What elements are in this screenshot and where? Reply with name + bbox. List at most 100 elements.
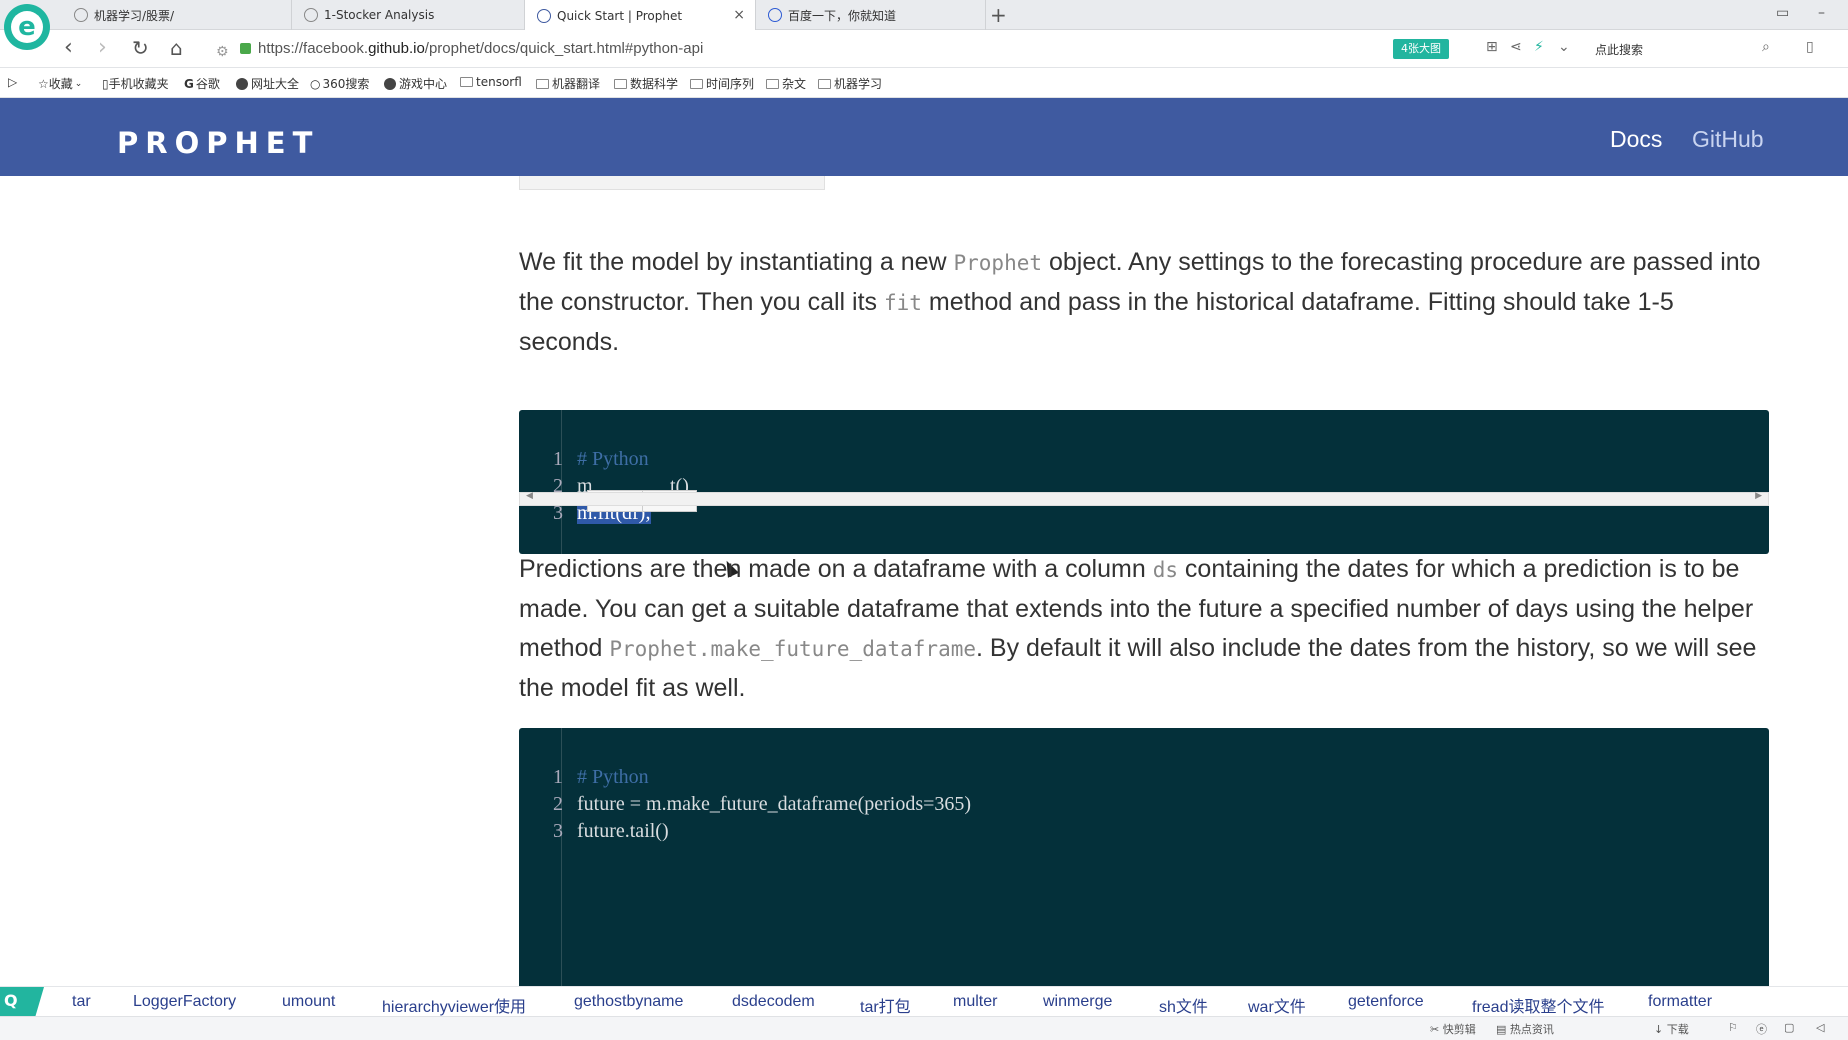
bookmark-label: 360搜索 — [322, 77, 370, 91]
suggestion-link[interactable]: umount — [282, 993, 335, 1011]
status-bar: ✂ 快剪辑 ▤ 热点资讯 ↓ 下载 ⚐ ⓔ ▢ ◁ — [0, 1016, 1848, 1040]
url-path: /prophet/docs/quick_start.html#python-ap… — [424, 40, 704, 57]
line-number: 2 — [553, 793, 563, 815]
suggestion-link[interactable]: war文件 — [1248, 993, 1306, 1017]
suggestion-link[interactable]: getenforce — [1348, 993, 1424, 1011]
url-prefix: https://facebook. — [258, 40, 369, 57]
bookmark-directory[interactable]: 网址大全 — [236, 75, 299, 92]
reload-button[interactable]: ↻ — [132, 36, 149, 60]
suggestion-link[interactable]: gethostbyname — [574, 993, 683, 1011]
code-block-future[interactable]: 1 2 3 # Python future = m.make_future_da… — [519, 728, 1769, 986]
clip-button[interactable]: ✂ 快剪辑 — [1430, 1021, 1476, 1037]
browser-logo-letter: e — [11, 11, 43, 43]
bookmark-folder-data-science[interactable]: 数据科学 — [614, 75, 678, 92]
site-info-icon[interactable]: ⚙ — [216, 40, 229, 64]
bookmarks-bar: ▷ ☆ 收藏 ⌄ ▯ 手机收藏夹 G 谷歌 网址大全 ○ 360搜索 游戏中心 tenso… — [0, 68, 1848, 98]
code-line-2[interactable]: future = m.make_future_dataframe(periods… — [577, 791, 971, 818]
browser-logo[interactable]: e — [4, 4, 50, 50]
suggestion-link[interactable]: multer — [953, 993, 997, 1011]
sidebar-icon[interactable]: ▯ — [1806, 39, 1814, 55]
nav-github-link[interactable]: GitHub — [1692, 126, 1764, 153]
folder-icon — [690, 78, 703, 89]
bookmark-label: 收藏 — [48, 77, 73, 91]
bookmarks-toggle-icon[interactable]: ▷ — [8, 75, 17, 89]
tab-1[interactable]: 机器学习/股票/ — [62, 0, 292, 30]
bookmark-favorites[interactable]: ☆ 收藏 ⌄ — [38, 75, 82, 92]
ie-icon[interactable]: ⓔ — [1756, 1021, 1767, 1037]
bookmark-360-search[interactable]: ○ 360搜索 — [310, 75, 369, 92]
new-tab-button[interactable]: + — [990, 3, 1007, 27]
bookmark-folder-essays[interactable]: 杂文 — [766, 75, 806, 92]
tab-bar: e 机器学习/股票/ 1-Stocker Analysis Quick Star… — [0, 0, 1848, 50]
volume-icon[interactable]: ◁ — [1816, 1021, 1824, 1034]
code-line-3[interactable]: future.tail() — [577, 818, 669, 845]
share-icon[interactable]: ⋖ — [1510, 39, 1522, 55]
scroll-right-icon[interactable]: ▶ — [1755, 491, 1762, 501]
image-extension-button[interactable]: 4张大图 — [1393, 39, 1449, 59]
suggestion-link[interactable]: hierarchyviewer使用 — [382, 993, 526, 1017]
loading-icon — [304, 8, 318, 22]
suggestion-link[interactable]: formatter — [1648, 993, 1712, 1011]
folder-icon — [614, 78, 627, 89]
star-icon: ☆ — [38, 76, 49, 91]
suggestion-link[interactable]: LoggerFactory — [133, 993, 236, 1011]
bookmark-label: 数据科学 — [630, 77, 679, 91]
scroll-left-icon[interactable]: ◀ — [526, 491, 533, 501]
bookmark-google[interactable]: G 谷歌 — [184, 75, 220, 92]
tab-label: 百度一下，你就知道 — [788, 8, 897, 23]
suggestion-link[interactable]: winmerge — [1043, 993, 1112, 1011]
lightning-icon[interactable]: ⚡ — [1534, 39, 1544, 55]
dropdown-icon[interactable]: ⌄ — [1558, 39, 1570, 55]
address-bar: ‹ › ↻ ⌂ ⚙ https://facebook.github.io/pro… — [0, 30, 1848, 68]
bookmark-label: 时间序列 — [706, 77, 755, 91]
search-suggestion-bar: Q tar LoggerFactory umount hierarchyview… — [0, 986, 1848, 1017]
globe-icon — [236, 77, 248, 90]
prophet-logo[interactable]: PROPHET — [117, 126, 319, 160]
minimize-window-icon[interactable]: – — [1818, 5, 1825, 21]
flag-icon[interactable]: ⚐ — [1728, 1021, 1738, 1034]
close-tab-icon[interactable]: × — [733, 7, 745, 23]
suggestion-link[interactable]: tar打包 — [860, 993, 911, 1017]
home-button[interactable]: ⌂ — [170, 36, 183, 60]
bookmark-mobile[interactable]: ▯ 手机收藏夹 — [102, 75, 169, 92]
search-box[interactable]: 点此搜索 — [1595, 41, 1643, 58]
back-button[interactable]: ‹ — [64, 36, 73, 60]
folder-icon — [460, 77, 473, 87]
tab-3-active[interactable]: Quick Start | Prophet × — [525, 0, 756, 31]
forward-button[interactable]: › — [98, 36, 107, 60]
url-input[interactable]: https://facebook.github.io/prophet/docs/… — [258, 40, 703, 57]
bookmark-label: 谷歌 — [195, 77, 220, 91]
bookmark-label: 游戏中心 — [399, 77, 448, 91]
suggestion-link[interactable]: dsdecodem — [732, 993, 815, 1011]
code-block-fit[interactable]: 1 2 3 # Python m t() m.fit(df); 搜索 复制 — [519, 410, 1769, 554]
hot-news-button[interactable]: ▤ 热点资讯 — [1496, 1021, 1554, 1037]
reader-mode-icon[interactable]: ⊞ — [1486, 39, 1498, 55]
nav-docs-link[interactable]: Docs — [1610, 126, 1662, 153]
chevron-down-icon: ⌄ — [74, 78, 83, 89]
scissors-icon: ✂ — [1430, 1023, 1443, 1036]
window-icon[interactable]: ▢ — [1784, 1021, 1794, 1034]
download-button[interactable]: ↓ 下载 — [1654, 1021, 1689, 1037]
folder-icon — [818, 78, 831, 89]
inline-code: Prophet — [953, 251, 1043, 275]
bookmark-folder-tensorfl[interactable]: tensorfl — [460, 75, 522, 89]
suggestion-link[interactable]: sh文件 — [1159, 993, 1208, 1017]
bookmark-folder-time-series[interactable]: 时间序列 — [690, 75, 754, 92]
suggestion-link[interactable]: tar — [72, 993, 91, 1011]
bookmark-game-center[interactable]: 游戏中心 — [384, 75, 447, 92]
bookmark-label: 机器学习 — [834, 77, 883, 91]
line-number: 1 — [553, 766, 563, 788]
suggestion-link[interactable]: fread读取整个文件 — [1472, 993, 1604, 1017]
code-horizontal-scrollbar[interactable]: ◀ ▶ — [519, 491, 1769, 506]
bookmark-folder-ml[interactable]: 机器学习 — [818, 75, 882, 92]
search-logo-icon: Q — [0, 987, 44, 1017]
bookmark-label: tensorfl — [476, 75, 522, 89]
bookmark-folder-translation[interactable]: 机器翻译 — [536, 75, 600, 92]
tab-4[interactable]: 百度一下，你就知道 — [756, 0, 986, 30]
status-label: 快剪辑 — [1442, 1023, 1476, 1036]
search-icon[interactable]: ⌕ — [1762, 39, 1770, 55]
tab-2[interactable]: 1-Stocker Analysis — [292, 0, 525, 30]
folder-icon — [536, 78, 549, 89]
restore-window-icon[interactable]: ▭ — [1776, 5, 1789, 21]
google-icon: G — [184, 76, 194, 91]
